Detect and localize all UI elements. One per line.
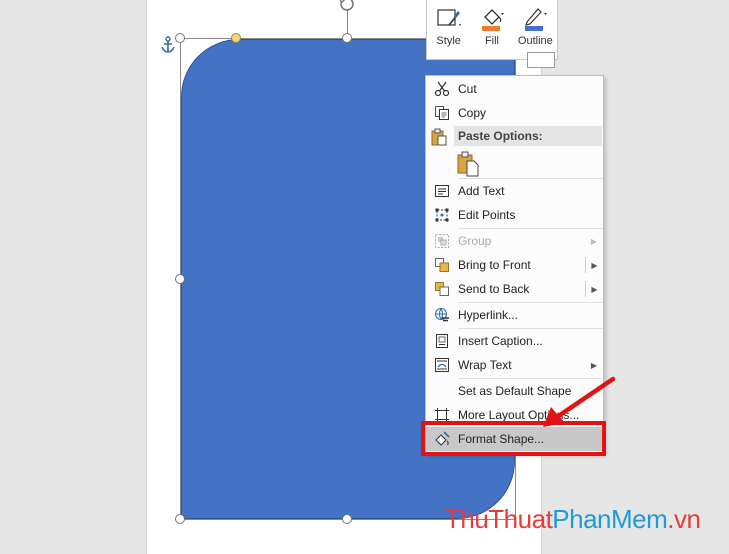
menu-item-group: Group ▶ [426,229,603,253]
copy-icon [426,101,458,125]
group-icon [426,229,458,253]
layout-options-icon [426,403,458,427]
watermark: ThuThuatPhanMem.vn [445,504,701,535]
group-label: Group [458,234,492,248]
clipboard-icon [431,128,447,146]
submenu-arrow-icon: ▶ [590,360,598,370]
menu-item-more-layout-options[interactable]: More Layout Options... [426,403,603,427]
rotate-handle-icon[interactable] [338,0,356,13]
menu-item-copy[interactable]: Copy [426,101,603,125]
resize-handle-top[interactable] [342,33,352,43]
insert-caption-icon [426,329,458,353]
cut-label: Cut [458,82,477,96]
paste-keep-source-icon[interactable] [456,151,480,177]
bring-to-front-label: Bring to Front [458,258,531,272]
watermark-part1: ThuThuat [445,504,553,534]
hyperlink-label: Hyperlink... [458,308,519,322]
paste-options-header: Paste Options: [454,126,602,146]
menu-item-edit-points[interactable]: Edit Points [426,203,603,227]
menu-item-wrap-text[interactable]: Wrap Text ▶ [426,353,603,377]
paint-bucket-icon [481,9,504,31]
more-layout-options-label: More Layout Options... [458,408,580,422]
mini-toolbar: Style Fill Outline [426,0,558,60]
wrap-text-label: Wrap Text [458,358,512,372]
adjust-handle[interactable] [231,33,241,43]
menu-item-format-shape[interactable]: Format Shape... [426,427,603,451]
resize-handle-top-left[interactable] [175,33,185,43]
format-shape-label: Format Shape... [458,432,545,446]
menu-item-send-to-back[interactable]: Send to Back ▶ [426,277,603,301]
scissors-icon [426,77,458,101]
anchor-icon [161,36,175,53]
menu-item-bring-to-front[interactable]: Bring to Front ▶ [426,253,603,277]
menu-item-hyperlink[interactable]: Hyperlink... [426,303,603,327]
menu-item-set-default-shape[interactable]: Set as Default Shape [426,379,603,403]
fill-label: Fill [484,35,500,47]
add-text-icon [426,179,458,203]
style-icon [437,9,461,26]
style-button[interactable]: Style [427,0,470,59]
watermark-part3: .vn [667,504,701,534]
send-to-back-icon [426,277,458,301]
insert-caption-label: Insert Caption... [458,334,543,348]
menu-item-cut[interactable]: Cut [426,77,603,101]
edit-points-label: Edit Points [458,208,516,222]
submenu-arrow-icon: ▶ [590,236,598,246]
watermark-part2: PhanMem [552,504,668,534]
outline-label: Outline [517,35,553,47]
resize-handle-left[interactable] [175,274,185,284]
bring-to-front-icon [426,253,458,277]
menu-item-insert-caption[interactable]: Insert Caption... [426,329,603,353]
wrap-text-icon [426,353,458,377]
pen-outline-icon [525,8,548,31]
send-to-back-label: Send to Back [458,282,530,296]
layout-options-button[interactable] [527,52,555,68]
edit-points-icon [426,203,458,227]
resize-handle-bottom-left[interactable] [175,514,185,524]
submenu-arrow-icon[interactable]: ▶ [585,281,603,297]
outline-button[interactable]: Outline [514,0,557,59]
context-menu: Cut Copy Paste Options: Add Text Edit Po… [425,75,604,454]
copy-label: Copy [458,106,487,120]
resize-handle-bottom[interactable] [342,514,352,524]
hyperlink-globe-icon [426,303,458,327]
add-text-label: Add Text [458,184,505,198]
menu-item-add-text[interactable]: Add Text [426,179,603,203]
submenu-arrow-icon[interactable]: ▶ [585,257,603,273]
set-default-shape-label: Set as Default Shape [458,384,572,398]
format-shape-icon [426,427,458,451]
fill-button[interactable]: Fill [470,0,513,59]
style-label: Style [436,35,461,47]
